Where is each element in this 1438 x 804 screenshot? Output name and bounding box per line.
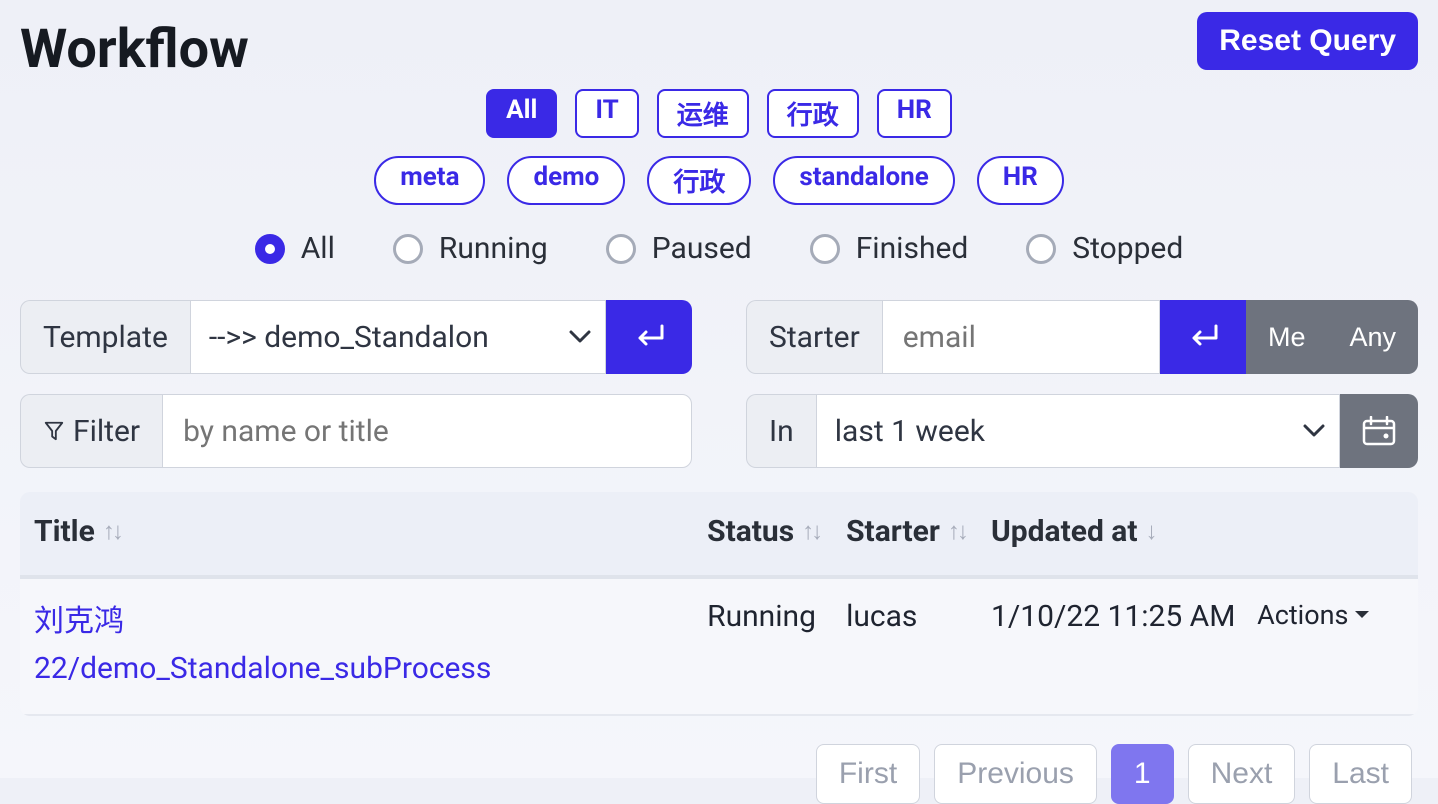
starter-group: Starter Me Any — [746, 300, 1418, 374]
tag-demo[interactable]: demo — [507, 156, 625, 205]
date-picker-button[interactable] — [1340, 394, 1418, 468]
tag-standalone[interactable]: standalone — [773, 156, 954, 205]
row-starter: lucas — [846, 599, 991, 634]
filter-input[interactable] — [181, 413, 673, 450]
page-last[interactable]: Last — [1309, 744, 1412, 804]
page-current[interactable]: 1 — [1111, 744, 1174, 804]
category-hr[interactable]: HR — [877, 89, 952, 138]
template-group: Template -->> demo_Standalon — [20, 300, 692, 374]
timerange-select[interactable]: last 1 week — [816, 394, 1340, 468]
col-updated[interactable]: Updated at ↓ — [991, 514, 1257, 549]
sort-icon: ↑↓ — [948, 517, 966, 546]
caret-down-icon — [1354, 610, 1370, 620]
row-updated: 1/10/22 11:25 AM — [991, 599, 1257, 634]
status-filter: All Running Paused Finished Stopped — [20, 231, 1418, 266]
reset-query-button[interactable]: Reset Query — [1197, 12, 1418, 70]
radio-icon — [393, 234, 423, 264]
row-title-link[interactable]: 刘克鸿 22/demo_Standalone_subProcess — [34, 599, 707, 692]
chevron-down-icon — [1303, 424, 1325, 438]
starter-label: Starter — [746, 300, 882, 374]
col-actions — [1257, 514, 1404, 549]
col-title[interactable]: Title ↑↓ — [34, 514, 707, 549]
status-finished[interactable]: Finished — [810, 231, 969, 266]
col-status-label: Status — [707, 514, 794, 549]
table-row: 刘克鸿 22/demo_Standalone_subProcess Runnin… — [20, 579, 1418, 716]
template-select[interactable]: -->> demo_Standalon — [190, 300, 606, 374]
filter-group: Filter — [20, 394, 692, 468]
starter-submit-button[interactable] — [1160, 300, 1246, 374]
enter-icon — [1186, 324, 1220, 350]
status-all[interactable]: All — [255, 231, 335, 266]
funnel-icon — [43, 420, 65, 442]
col-status[interactable]: Status ↑↓ — [707, 514, 846, 549]
page-next[interactable]: Next — [1188, 744, 1296, 804]
pagination: First Previous 1 Next Last — [20, 744, 1418, 804]
page-title: Workflow — [20, 18, 249, 81]
row-status: Running — [707, 599, 846, 634]
tag-admin[interactable]: 行政 — [647, 156, 751, 205]
category-ops[interactable]: 运维 — [657, 89, 749, 138]
radio-icon — [810, 234, 840, 264]
status-label: Paused — [652, 231, 752, 266]
filter-label-text: Filter — [73, 414, 140, 449]
actions-label: Actions — [1257, 599, 1348, 631]
col-updated-label: Updated at — [991, 514, 1138, 549]
status-label: Running — [439, 231, 548, 266]
row-actions-button[interactable]: Actions — [1257, 599, 1404, 631]
sort-down-icon: ↓ — [1146, 517, 1155, 546]
timerange-group: In last 1 week — [746, 394, 1418, 468]
page-previous[interactable]: Previous — [934, 744, 1097, 804]
status-label: Stopped — [1072, 231, 1183, 266]
status-stopped[interactable]: Stopped — [1026, 231, 1183, 266]
radio-icon — [1026, 234, 1056, 264]
tag-hr[interactable]: HR — [977, 156, 1064, 205]
status-label: All — [301, 231, 335, 266]
chevron-down-icon — [569, 330, 591, 344]
sort-icon: ↑↓ — [103, 517, 121, 546]
radio-icon — [606, 234, 636, 264]
row-title-line2: 22/demo_Standalone_subProcess — [34, 646, 707, 693]
category-filter: All IT 运维 行政 HR — [20, 89, 1418, 138]
tag-filter: meta demo 行政 standalone HR — [20, 156, 1418, 205]
template-label: Template — [20, 300, 190, 374]
calendar-icon — [1362, 416, 1396, 446]
status-paused[interactable]: Paused — [606, 231, 752, 266]
category-admin[interactable]: 行政 — [767, 89, 859, 138]
status-label: Finished — [856, 231, 969, 266]
filter-label: Filter — [20, 394, 162, 468]
starter-me-button[interactable]: Me — [1246, 300, 1328, 374]
template-submit-button[interactable] — [606, 300, 692, 374]
col-starter-label: Starter — [846, 514, 940, 549]
status-running[interactable]: Running — [393, 231, 548, 266]
col-starter[interactable]: Starter ↑↓ — [846, 514, 991, 549]
starter-any-button[interactable]: Any — [1327, 300, 1418, 374]
sort-icon: ↑↓ — [802, 517, 820, 546]
table-header: Title ↑↓ Status ↑↓ Starter ↑↓ Updated at… — [20, 492, 1418, 579]
col-title-label: Title — [34, 514, 95, 549]
timerange-value: last 1 week — [835, 414, 985, 449]
page-first[interactable]: First — [816, 744, 920, 804]
row-title-line1: 刘克鸿 — [34, 599, 707, 646]
tag-meta[interactable]: meta — [374, 156, 485, 205]
starter-input[interactable] — [901, 319, 1141, 356]
starter-input-wrap — [882, 300, 1160, 374]
radio-icon — [255, 234, 285, 264]
filter-input-wrap — [162, 394, 692, 468]
results-table: Title ↑↓ Status ↑↓ Starter ↑↓ Updated at… — [20, 492, 1418, 716]
timerange-label: In — [746, 394, 816, 468]
template-value: -->> demo_Standalon — [209, 320, 489, 355]
category-it[interactable]: IT — [575, 89, 638, 138]
enter-icon — [632, 324, 666, 350]
category-all[interactable]: All — [486, 89, 557, 138]
